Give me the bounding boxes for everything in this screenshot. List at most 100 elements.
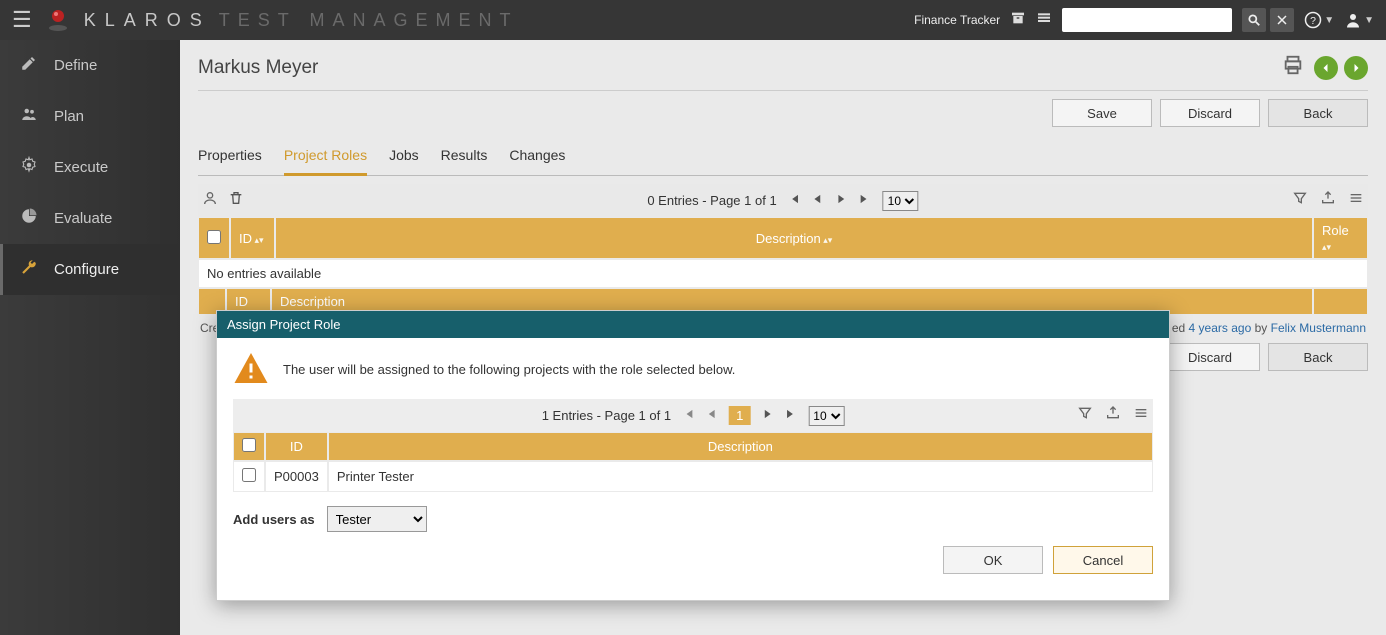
- sidebar-item-label: Plan: [54, 108, 84, 125]
- back-button-lower[interactable]: Back: [1268, 343, 1368, 371]
- tab-results[interactable]: Results: [441, 139, 488, 175]
- arrow-right-icon: [1350, 62, 1362, 74]
- roles-panel: 0 Entries - Page 1 of 1 10 ID Descriptio…: [198, 184, 1368, 315]
- svg-text:?: ?: [1310, 15, 1316, 27]
- col-description[interactable]: Description: [275, 217, 1313, 259]
- back-button[interactable]: Back: [1268, 99, 1368, 127]
- col-description[interactable]: Description: [328, 432, 1153, 461]
- pager-prev-icon[interactable]: [705, 407, 719, 424]
- by-text2: by: [1255, 321, 1268, 335]
- dialog-title: Assign Project Role: [217, 311, 1169, 338]
- tab-project-roles[interactable]: Project Roles: [284, 139, 367, 176]
- add-users-row: Add users as Tester: [233, 492, 1153, 540]
- discard-button[interactable]: Discard: [1160, 99, 1260, 127]
- users-icon: [18, 105, 40, 128]
- pager-first-icon[interactable]: [787, 192, 801, 209]
- chart-pie-icon: [18, 207, 40, 230]
- updated-user-link[interactable]: Felix Mustermann: [1271, 321, 1366, 335]
- dialog-page-size-select[interactable]: 10: [808, 406, 844, 426]
- nav-next-button[interactable]: [1344, 56, 1368, 80]
- menu-icon[interactable]: [1348, 190, 1364, 211]
- sidebar-item-label: Configure: [54, 261, 119, 278]
- sidebar-item-configure[interactable]: Configure: [0, 244, 180, 295]
- help-menu[interactable]: ? ▼: [1304, 11, 1334, 29]
- search-button[interactable]: [1242, 8, 1266, 32]
- pager-next-icon[interactable]: [835, 192, 849, 209]
- nav-prev-button[interactable]: [1314, 56, 1338, 80]
- filter-icon[interactable]: [1292, 190, 1308, 211]
- select-all-header[interactable]: [198, 217, 230, 259]
- wrench-icon: [18, 258, 40, 281]
- topbar: ☰ KLAROS TEST MANAGEMENT Finance Tracker…: [0, 0, 1386, 40]
- tab-jobs[interactable]: Jobs: [389, 139, 419, 175]
- close-icon: [1276, 14, 1288, 26]
- export-icon[interactable]: [1105, 405, 1121, 426]
- delete-icon[interactable]: [228, 190, 244, 211]
- col-role[interactable]: Role: [1313, 217, 1368, 259]
- sidebar-item-define[interactable]: Define: [0, 40, 180, 91]
- entries-label: 0 Entries - Page 1 of 1: [647, 193, 776, 208]
- sidebar-item-plan[interactable]: Plan: [0, 91, 180, 142]
- print-icon[interactable]: [1282, 54, 1304, 82]
- export-icon[interactable]: [1320, 190, 1336, 211]
- tab-changes[interactable]: Changes: [509, 139, 565, 175]
- pager-last-icon[interactable]: [859, 192, 873, 209]
- archive-icon[interactable]: [1010, 10, 1026, 31]
- role-select[interactable]: Tester: [327, 506, 427, 532]
- table-row[interactable]: P00003 Printer Tester: [233, 461, 1153, 492]
- pager-prev-icon[interactable]: [811, 192, 825, 209]
- table-header-row: ID Description Role: [198, 217, 1368, 259]
- pager-next-icon[interactable]: [760, 407, 774, 424]
- ok-button[interactable]: OK: [943, 546, 1043, 574]
- table-header-row: ID Description: [233, 432, 1153, 461]
- brand-subtitle: TEST MANAGEMENT: [219, 10, 519, 31]
- assign-user-icon[interactable]: [202, 190, 218, 211]
- assign-role-dialog: Assign Project Role The user will be ass…: [216, 310, 1170, 601]
- menu-icon[interactable]: [1133, 405, 1149, 426]
- updated-ago-link[interactable]: 4 years ago: [1189, 321, 1252, 335]
- page-title-row: Markus Meyer: [198, 50, 1368, 91]
- pager-first-icon[interactable]: [681, 407, 695, 424]
- col-id[interactable]: ID: [265, 432, 328, 461]
- topbar-right: Finance Tracker ? ▼ ▼: [914, 8, 1374, 32]
- footer-role-blank: [1313, 288, 1368, 315]
- no-entries-text: No entries available: [198, 259, 1368, 288]
- page-title: Markus Meyer: [198, 57, 318, 79]
- pager-last-icon[interactable]: [784, 407, 798, 424]
- current-page-badge: 1: [729, 406, 750, 425]
- tabs: Properties Project Roles Jobs Results Ch…: [198, 139, 1368, 176]
- list-icon[interactable]: [1036, 10, 1052, 31]
- hamburger-menu-icon[interactable]: ☰: [12, 7, 32, 33]
- discard-button-lower[interactable]: Discard: [1160, 343, 1260, 371]
- sidebar-item-evaluate[interactable]: Evaluate: [0, 193, 180, 244]
- dialog-warning-row: The user will be assigned to the followi…: [217, 344, 1169, 399]
- tab-properties[interactable]: Properties: [198, 139, 262, 175]
- dialog-warning-text: The user will be assigned to the followi…: [283, 362, 735, 377]
- dialog-pager: 1 Entries - Page 1 of 1 1 10: [542, 406, 845, 426]
- col-id[interactable]: ID: [230, 217, 275, 259]
- help-icon: ?: [1304, 11, 1322, 29]
- sidebar: Define Plan Execute Evaluate Configure: [0, 40, 180, 635]
- search-input[interactable]: [1062, 8, 1232, 32]
- sidebar-item-label: Define: [54, 57, 97, 74]
- search-icon: [1247, 13, 1261, 27]
- add-users-label: Add users as: [233, 512, 315, 527]
- select-all-header[interactable]: [233, 432, 265, 461]
- dialog-projects-table: ID Description P00003 Printer Tester: [233, 432, 1153, 492]
- app-logo: [44, 6, 72, 34]
- user-menu[interactable]: ▼: [1344, 11, 1374, 29]
- updated-trailing: ed: [1172, 321, 1185, 335]
- chevron-down-icon: ▼: [1364, 15, 1374, 26]
- dialog-toolbar: 1 Entries - Page 1 of 1 1 10: [233, 399, 1153, 432]
- page-size-select[interactable]: 10: [883, 191, 919, 211]
- filter-icon[interactable]: [1077, 405, 1093, 426]
- save-button[interactable]: Save: [1052, 99, 1152, 127]
- row-id: P00003: [265, 461, 328, 492]
- sidebar-item-label: Evaluate: [54, 210, 112, 227]
- row-checkbox[interactable]: [233, 461, 265, 492]
- cancel-button[interactable]: Cancel: [1053, 546, 1153, 574]
- brand-name: KLAROS: [84, 10, 211, 31]
- sidebar-item-execute[interactable]: Execute: [0, 142, 180, 193]
- clear-search-button[interactable]: [1270, 8, 1294, 32]
- project-label: Finance Tracker: [914, 13, 1000, 27]
